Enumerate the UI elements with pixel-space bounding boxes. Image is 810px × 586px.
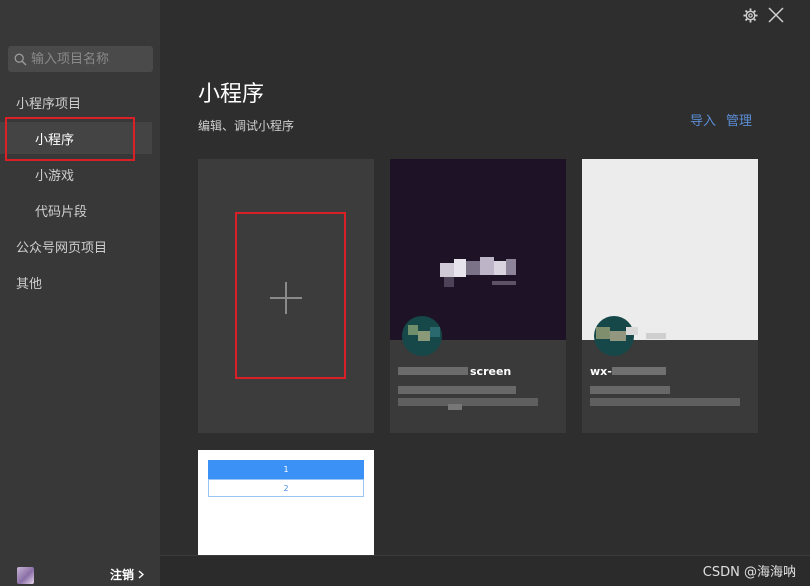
search-box[interactable] bbox=[8, 46, 153, 72]
sidebar-group-miniprogram[interactable]: 小程序项目 bbox=[0, 86, 152, 118]
project-thumbnail bbox=[582, 159, 758, 340]
pixelated-avatar bbox=[404, 319, 444, 353]
demo-row-label: 1 bbox=[283, 465, 289, 474]
plus-icon[interactable] bbox=[270, 282, 302, 314]
gear-icon[interactable] bbox=[743, 8, 758, 23]
project-thumbnail bbox=[390, 159, 566, 340]
demo-row-label: 2 bbox=[283, 483, 289, 493]
sidebar-item-label: 小程序 bbox=[35, 132, 75, 148]
sidebar-group-official-account[interactable]: 公众号网页项目 bbox=[0, 230, 152, 262]
chevron-right-icon bbox=[138, 570, 145, 579]
import-link[interactable]: 导入 bbox=[690, 110, 716, 129]
logout-button[interactable]: 注销 bbox=[110, 566, 145, 583]
close-icon[interactable] bbox=[767, 6, 785, 24]
pixelated-text bbox=[398, 365, 470, 377]
sidebar-item-label: 公众号网页项目 bbox=[16, 240, 108, 256]
project-name: screen bbox=[470, 365, 512, 378]
search-input[interactable] bbox=[31, 51, 149, 67]
search-icon bbox=[14, 53, 27, 65]
demo-row: 1 bbox=[208, 460, 364, 479]
pixelated-avatar bbox=[594, 319, 670, 355]
sidebar-item-label: 其他 bbox=[16, 276, 43, 292]
logout-label: 注销 bbox=[110, 568, 135, 582]
project-name: wx- bbox=[590, 365, 612, 378]
sidebar-item-miniprogram[interactable]: 小程序 bbox=[0, 122, 152, 154]
page-subtitle: 编辑、调试小程序 bbox=[198, 119, 295, 133]
sidebar: 小程序项目 小程序 小游戏 代码片段 公众号网页项目 其他 注销 bbox=[0, 0, 160, 586]
sidebar-item-label: 代码片段 bbox=[35, 204, 88, 220]
page-title: 小程序 bbox=[198, 82, 265, 107]
sidebar-item-minigame[interactable]: 小游戏 bbox=[0, 158, 152, 190]
project-card[interactable]: wx- bbox=[582, 159, 758, 433]
pixelated-text bbox=[612, 365, 668, 377]
project-card[interactable]: screen bbox=[390, 159, 566, 433]
manage-link[interactable]: 管理 bbox=[726, 110, 752, 129]
pixelated-logo bbox=[436, 255, 520, 291]
user-avatar[interactable] bbox=[17, 567, 34, 584]
project-card[interactable]: 1 2 bbox=[198, 450, 374, 560]
pixelated-path bbox=[398, 386, 538, 412]
sidebar-group-other[interactable]: 其他 bbox=[0, 266, 152, 298]
watermark-text: CSDN @海海呐 bbox=[702, 565, 796, 580]
demo-row: 2 bbox=[208, 479, 364, 497]
sidebar-item-label: 小游戏 bbox=[35, 168, 75, 184]
sidebar-item-label: 小程序项目 bbox=[16, 96, 82, 112]
sidebar-item-code-snippet[interactable]: 代码片段 bbox=[0, 194, 152, 226]
pixelated-path bbox=[590, 386, 740, 412]
